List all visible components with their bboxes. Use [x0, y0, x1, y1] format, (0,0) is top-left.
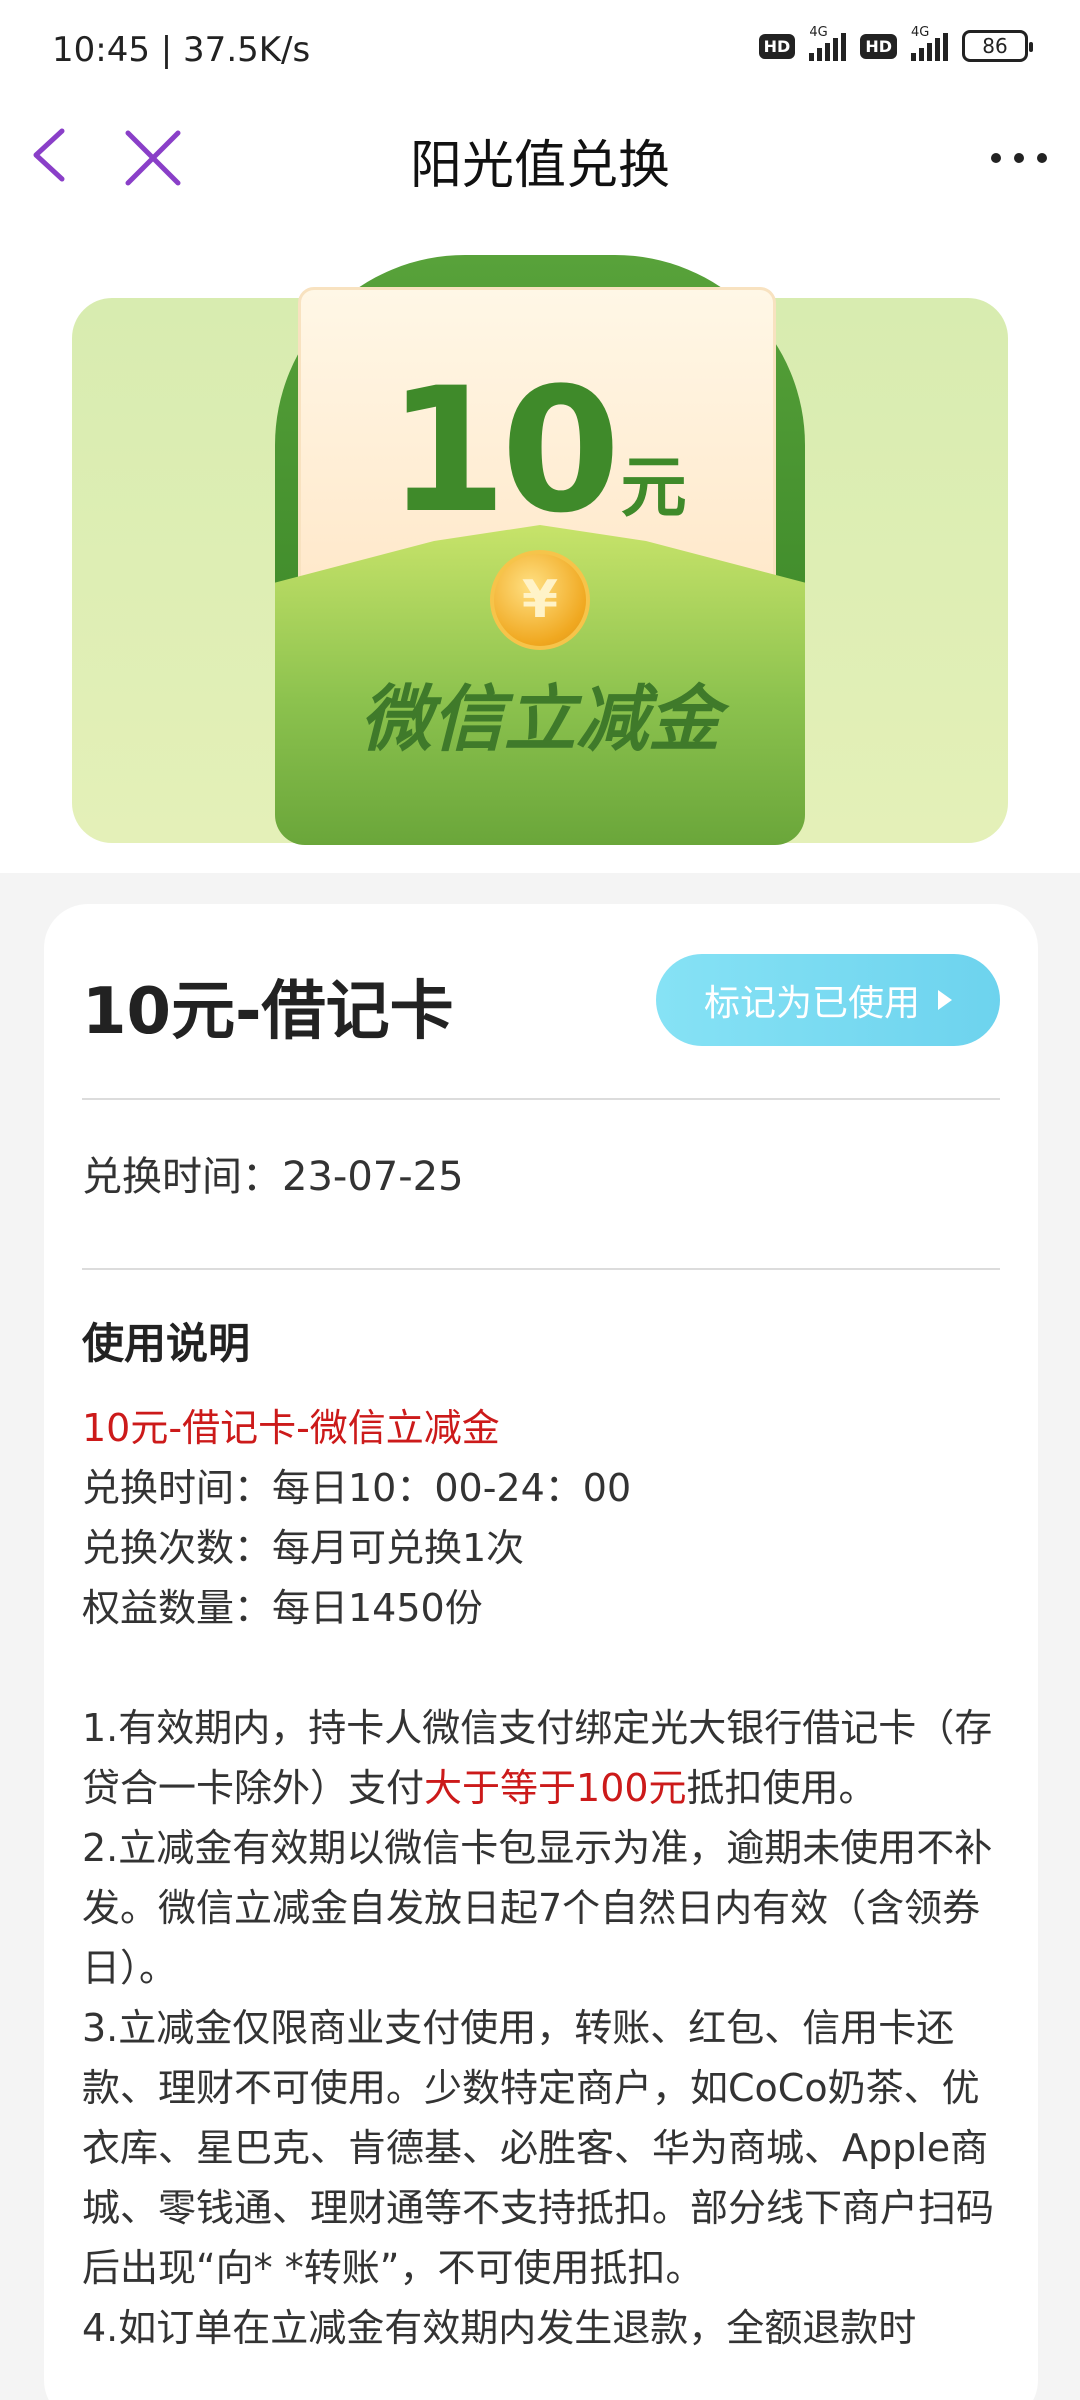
- rule-2: 2.立减金有效期以微信卡包显示为准，逾期未使用不补发。微信立减金自发放日起7个自…: [82, 1826, 993, 1990]
- more-horizontal-icon: [991, 153, 1047, 163]
- hd-icon-2: HD: [860, 33, 897, 59]
- desc-count: 兑换次数：每月可兑换1次: [82, 1526, 525, 1570]
- voucher-amount: 10元: [301, 350, 773, 551]
- voucher-title: 10元-借记卡: [82, 975, 454, 1049]
- status-icons: HD 4G HD 4G 86: [758, 25, 1033, 62]
- mark-used-button[interactable]: 标记为已使用: [656, 954, 1000, 1046]
- rule-1: 1.有效期内，持卡人微信支付绑定光大银行借记卡（存贷合一卡除外）支付大于等于10…: [82, 1706, 993, 1810]
- exchange-time: 兑换时间：23-07-25: [82, 1154, 464, 1200]
- yuan-coin-icon: ¥: [490, 550, 590, 650]
- voucher-amount-unit: 元: [620, 449, 687, 526]
- status-bar: 10:45 | 37.5K/s HD 4G HD 4G 86: [0, 0, 1080, 105]
- signal-icon: 4G: [809, 25, 847, 61]
- play-arrow-icon: [938, 990, 952, 1010]
- voucher-caption: 微信立减金: [359, 677, 720, 761]
- desc-quantity: 权益数量：每日1450份: [82, 1586, 483, 1630]
- usage-instructions-title: 使用说明: [82, 1319, 251, 1368]
- desc-red-title: 10元-借记卡-微信立减金: [82, 1406, 500, 1450]
- signal-icon-2: 4G: [911, 25, 948, 61]
- more-button[interactable]: [984, 133, 1054, 183]
- nav-bar: 阳光值兑换: [0, 105, 1080, 205]
- status-time-speed: 10:45 | 37.5K/s: [52, 30, 311, 70]
- hd-icon: HD: [758, 33, 796, 59]
- mark-used-label: 标记为已使用: [703, 982, 920, 1023]
- page-title: 阳光值兑换: [409, 136, 670, 196]
- voucher-amount-number: 10: [387, 350, 620, 551]
- usage-instructions: 10元-借记卡-微信立减金 兑换时间：每日10：00-24：00 兑换次数：每月…: [82, 1398, 1002, 2358]
- rule-4: 4.如订单在立减金有效期内发生退款，全额退款时: [82, 2306, 917, 2350]
- divider: [82, 1098, 1000, 1100]
- battery-icon: 86: [962, 30, 1033, 62]
- rule-3: 3.立减金仅限商业支付使用，转账、红包、信用卡还款、理财不可使用。少数特定商户，…: [82, 2006, 995, 2290]
- divider: [82, 1268, 1000, 1270]
- voucher-detail-card: 10元-借记卡 标记为已使用 兑换时间：23-07-25 使用说明 10元-借记…: [44, 904, 1038, 2400]
- desc-time: 兑换时间：每日10：00-24：00: [82, 1466, 632, 1510]
- banner: 10元 ¥ 微信立减金: [0, 205, 1080, 873]
